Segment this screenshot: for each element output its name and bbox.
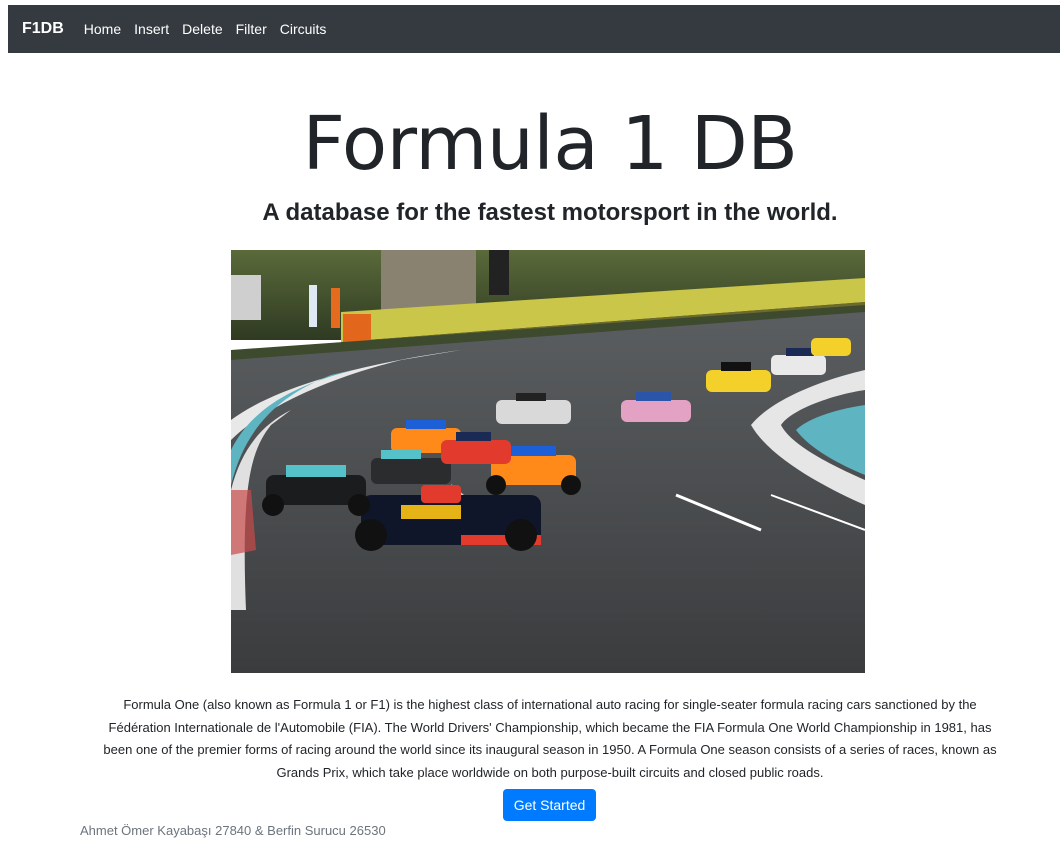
footer-credits: Ahmet Ömer Kayabaşı 27840 & Berfin Suruc… bbox=[80, 823, 386, 838]
nav-link-filter[interactable]: Filter bbox=[236, 21, 267, 37]
nav-link-home[interactable]: Home bbox=[84, 21, 121, 37]
nav-link-delete[interactable]: Delete bbox=[182, 21, 222, 37]
page-title: Formula 1 DB bbox=[302, 101, 798, 187]
nav-link-insert[interactable]: Insert bbox=[134, 21, 169, 37]
brand-link[interactable]: F1DB bbox=[22, 20, 64, 38]
intro-description: Formula One (also known as Formula 1 or … bbox=[103, 697, 997, 780]
nav-link-circuits[interactable]: Circuits bbox=[280, 21, 327, 37]
top-navbar: F1DB Home Insert Delete Filter Circuits bbox=[8, 5, 1060, 53]
page-subtitle: A database for the fastest motorsport in… bbox=[262, 199, 838, 226]
get-started-button[interactable]: Get Started bbox=[503, 789, 596, 821]
hero-race-image bbox=[231, 250, 865, 673]
